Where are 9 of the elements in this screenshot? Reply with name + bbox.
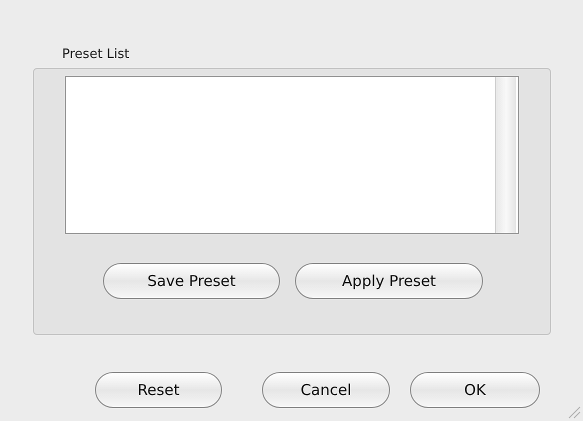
preset-button[interactable]: Save Preset [103, 263, 280, 299]
dialog-button[interactable]: Reset [95, 372, 222, 408]
preset-button[interactable]: Apply Preset [295, 263, 483, 299]
dialog-button[interactable]: Cancel [262, 372, 390, 408]
preset-list[interactable] [65, 76, 519, 234]
dialog-button[interactable]: OK [410, 372, 540, 408]
group-title: Preset List [62, 47, 130, 64]
resize-grip-icon[interactable] [567, 405, 581, 419]
scroll-bar[interactable] [495, 77, 516, 233]
